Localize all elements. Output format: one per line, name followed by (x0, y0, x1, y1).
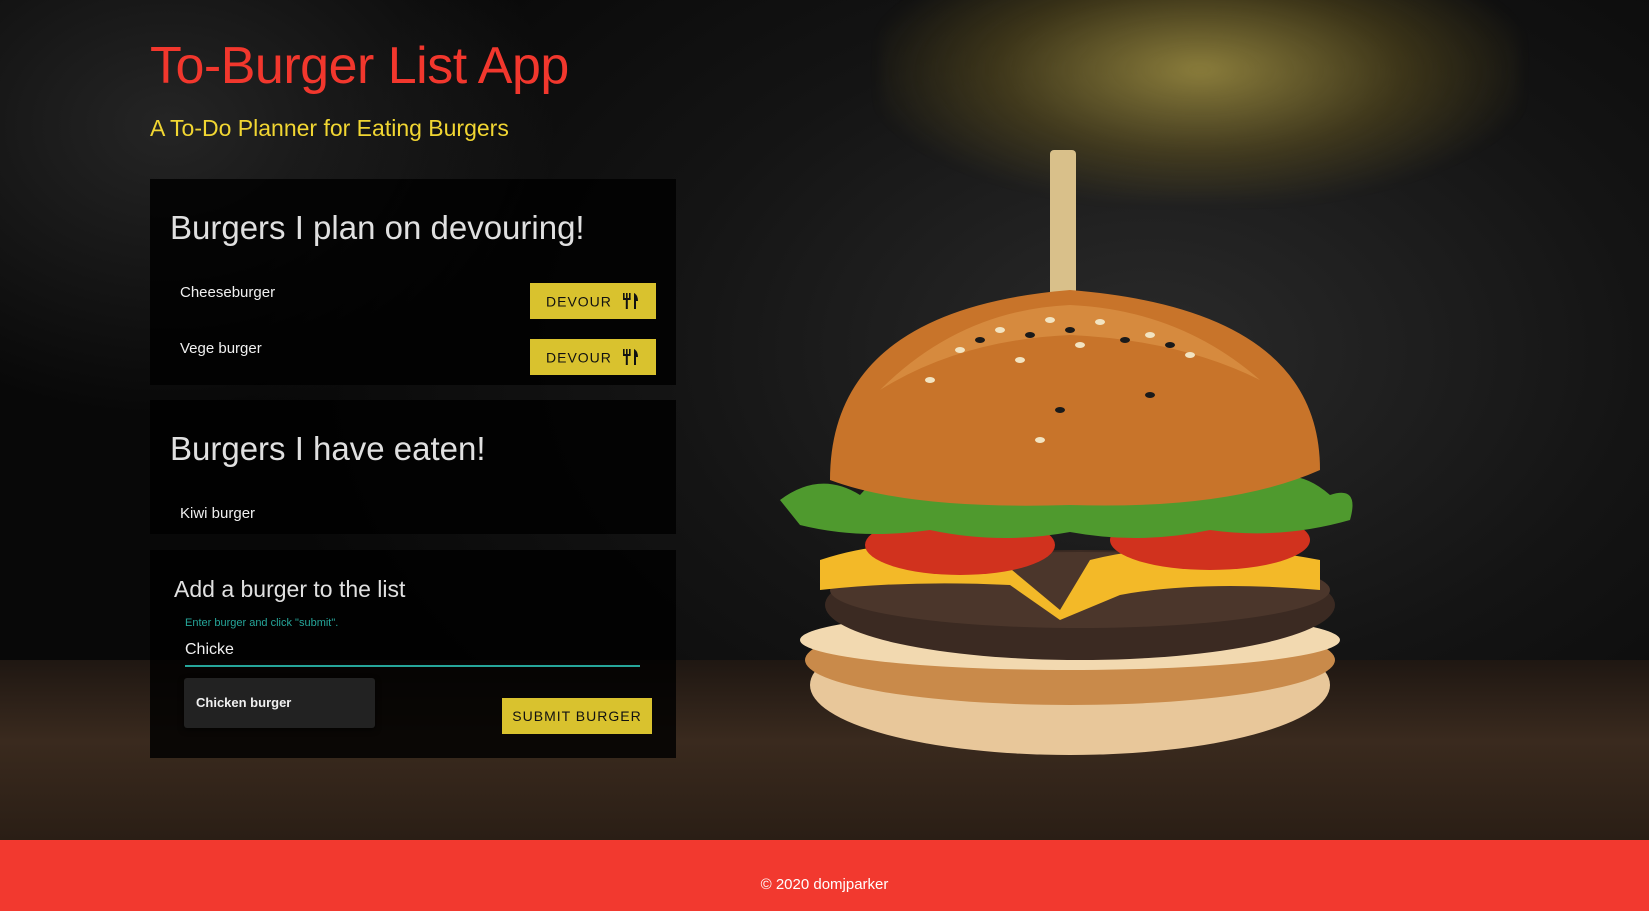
eaten-panel: Burgers I have eaten! Kiwi burger (150, 400, 676, 534)
burger-input[interactable] (185, 635, 640, 667)
footer-copyright: © 2020 domjparker (760, 876, 889, 893)
app-subtitle: A To-Do Planner for Eating Burgers (150, 115, 509, 141)
devour-button[interactable]: DEVOUR (530, 339, 656, 375)
add-burger-panel: Add a burger to the list Enter burger an… (150, 550, 676, 758)
burger-name: Vege burger (180, 340, 262, 357)
submit-burger-button[interactable]: SUBMIT BURGER (502, 698, 652, 734)
burger-name: Cheeseburger (180, 284, 276, 301)
list-item: Cheeseburger DEVOUR (150, 279, 676, 319)
devour-heading: Burgers I plan on devouring! (170, 209, 585, 246)
fork-knife-icon (623, 293, 638, 309)
input-helper-text: Enter burger and click "submit". (185, 617, 339, 629)
autocomplete-option[interactable]: Chicken burger (196, 695, 291, 710)
burger-image (780, 150, 1353, 755)
eaten-heading: Burgers I have eaten! (170, 430, 486, 467)
devour-button-label: DEVOUR (546, 293, 612, 310)
add-burger-heading: Add a burger to the list (174, 576, 406, 602)
devour-panel: Burgers I plan on devouring! Cheeseburge… (150, 179, 676, 385)
fork-knife-icon (623, 349, 638, 365)
footer: © 2020 domjparker (0, 840, 1649, 911)
eaten-burger-name: Kiwi burger (180, 505, 256, 522)
list-item: Vege burger DEVOUR (150, 335, 676, 375)
app-title: To-Burger List App (150, 37, 569, 95)
devour-button-label: DEVOUR (546, 349, 612, 366)
devour-button[interactable]: DEVOUR (530, 283, 656, 319)
autocomplete-dropdown: Chicken burger (184, 678, 375, 728)
